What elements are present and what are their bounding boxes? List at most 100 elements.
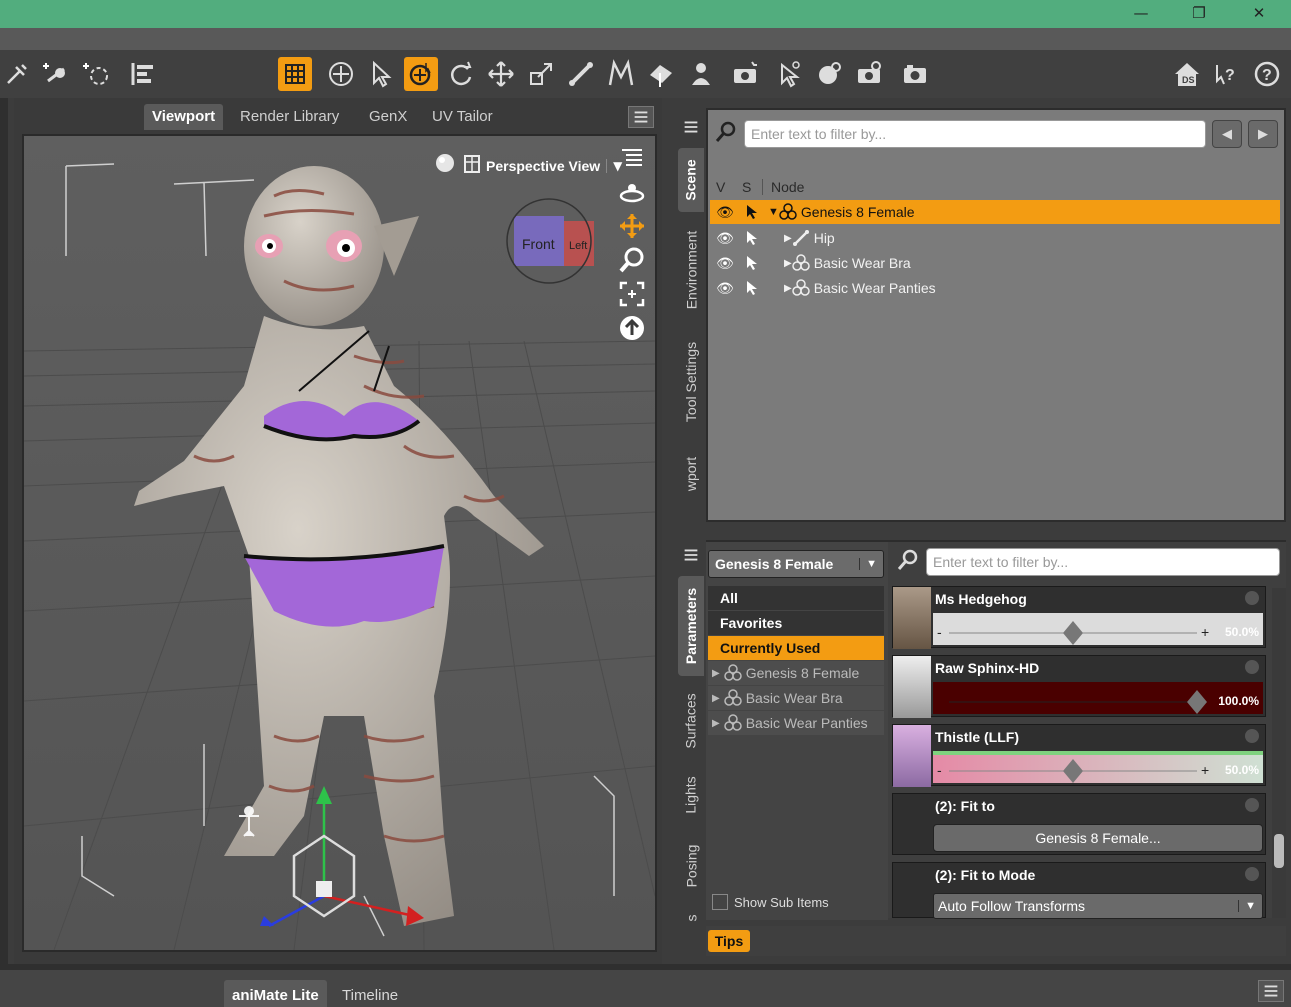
scale-icon[interactable] [524, 57, 558, 91]
universal-pin-icon[interactable] [0, 57, 34, 91]
tool-select-icon[interactable] [772, 57, 806, 91]
select-arrow-icon[interactable] [744, 229, 762, 247]
scene-node-row[interactable]: 👁 ▶ Hip [710, 226, 1280, 250]
expand-arrow-icon[interactable]: ▶ [712, 718, 720, 729]
orbit-icon[interactable] [618, 178, 646, 206]
expand-arrow-icon[interactable]: ▶ [712, 668, 720, 679]
value-slider[interactable] [933, 682, 1263, 714]
gear-icon[interactable] [1245, 798, 1259, 812]
restore-button[interactable]: ❐ [1176, 2, 1222, 24]
region-nav-icon[interactable] [278, 57, 312, 91]
draw-style-icon[interactable] [434, 152, 458, 180]
tab-surfaces[interactable]: Surfaces [678, 684, 704, 758]
close-button[interactable]: ✕ [1236, 2, 1282, 24]
tab-viewport-partial[interactable]: wport [678, 444, 704, 504]
gear-icon[interactable] [1245, 660, 1259, 674]
show-sub-items[interactable]: Show Sub Items [712, 894, 829, 910]
parameters-search-input[interactable]: Enter text to filter by... [926, 548, 1280, 576]
column-visible[interactable]: V [710, 179, 734, 195]
3d-viewport[interactable]: Front Left Perspective View ▼ [22, 134, 657, 952]
morph-tool-icon[interactable] [604, 57, 638, 91]
tab-timeline[interactable]: Timeline [334, 980, 406, 1007]
align-icon[interactable] [126, 57, 160, 91]
tab-uv-tailor[interactable]: UV Tailor [424, 104, 501, 130]
select-arrow-icon[interactable] [744, 203, 762, 221]
slider-value[interactable]: 50.0% [1225, 625, 1259, 639]
figure-selector[interactable]: Genesis 8 Female ▼ [708, 550, 884, 578]
select-arrow-icon[interactable] [744, 254, 762, 272]
scene-search-input[interactable]: Enter text to filter by... [744, 120, 1206, 148]
category-favorites[interactable]: Favorites [708, 611, 884, 635]
tab-tool-settings[interactable]: Tool Settings [678, 332, 704, 432]
fit-to-button[interactable]: Genesis 8 Female... [933, 824, 1263, 852]
spot-render-icon[interactable] [812, 57, 846, 91]
zoom-icon[interactable] [618, 246, 646, 274]
pane-menu-icon[interactable] [678, 540, 704, 570]
gear-icon[interactable] [1245, 729, 1259, 743]
tab-genx[interactable]: GenX [361, 104, 415, 130]
eye-icon[interactable]: 👁 [716, 279, 734, 297]
tab-partial[interactable]: s [678, 908, 704, 928]
viewport-menu-icon[interactable] [618, 144, 646, 172]
gear-icon[interactable] [1245, 867, 1259, 881]
universal-tool-icon[interactable] [404, 57, 438, 91]
pane-menu-icon[interactable] [678, 112, 704, 142]
expand-arrow-icon[interactable]: ▶ [784, 233, 792, 244]
expand-arrow-icon[interactable]: ▶ [784, 258, 792, 269]
node-selection-icon[interactable] [364, 57, 398, 91]
category-node[interactable]: ▶ Basic Wear Panties [708, 711, 884, 735]
tab-environment[interactable]: Environment [678, 218, 704, 322]
slider-value[interactable]: 100.0% [1218, 694, 1259, 708]
reset-view-icon[interactable] [618, 314, 646, 342]
show-sub-items-checkbox[interactable] [712, 894, 728, 910]
parameters-scrollbar[interactable] [1272, 588, 1286, 918]
tab-scene[interactable]: Scene [678, 148, 704, 212]
pan-icon[interactable] [618, 212, 646, 240]
node-weight-icon[interactable] [40, 57, 74, 91]
ds-home-icon[interactable]: DS [1170, 57, 1204, 91]
minimize-button[interactable]: — [1118, 2, 1164, 24]
slider-value[interactable]: 50.0% [1225, 763, 1259, 777]
category-node[interactable]: ▶ Basic Wear Bra [708, 686, 884, 710]
bone-tool-icon[interactable] [564, 57, 598, 91]
tips-button[interactable]: Tips [708, 930, 750, 952]
tab-animate-lite[interactable]: aniMate Lite [224, 980, 327, 1007]
previous-arrow-button[interactable]: ◀ [1212, 120, 1242, 148]
scene-node-row[interactable]: 👁 ▼ Genesis 8 Female [710, 200, 1280, 224]
column-node[interactable]: Node [762, 179, 804, 195]
category-currently-used[interactable]: Currently Used [708, 636, 884, 660]
joint-editor-icon[interactable] [80, 57, 114, 91]
rotate-icon[interactable] [444, 57, 478, 91]
expand-arrow-icon[interactable]: ▶ [784, 283, 792, 294]
expand-arrow-icon[interactable]: ▼ [768, 206, 779, 218]
render-settings-icon[interactable] [852, 57, 886, 91]
select-arrow-icon[interactable] [744, 279, 762, 297]
scrollbar-thumb[interactable] [1274, 834, 1284, 868]
value-slider[interactable]: - + [933, 613, 1263, 645]
tab-render-library[interactable]: Render Library [232, 104, 347, 130]
tab-lights[interactable]: Lights [678, 766, 704, 824]
pane-menu-icon[interactable] [1258, 980, 1284, 1002]
surface-selection-icon[interactable] [644, 57, 678, 91]
translate-icon[interactable] [484, 57, 518, 91]
value-slider[interactable]: - + [933, 751, 1263, 783]
frame-icon[interactable] [618, 280, 646, 308]
fit-mode-select[interactable]: Auto Follow Transforms ▼ [933, 893, 1263, 919]
help-icon[interactable]: ? [1250, 57, 1284, 91]
next-arrow-button[interactable]: ▶ [1248, 120, 1278, 148]
eye-icon[interactable]: 👁 [716, 254, 734, 272]
tab-parameters[interactable]: Parameters [678, 576, 704, 676]
category-node[interactable]: ▶ Genesis 8 Female [708, 661, 884, 685]
column-selectable[interactable]: S [734, 179, 762, 195]
active-pose-icon[interactable] [324, 57, 358, 91]
render-window-icon[interactable] [898, 57, 932, 91]
whats-this-icon[interactable]: ? [1210, 57, 1244, 91]
tab-viewport[interactable]: Viewport [144, 104, 224, 130]
scene-node-row[interactable]: 👁 ▶ Basic Wear Bra [710, 251, 1280, 275]
expand-arrow-icon[interactable]: ▶ [712, 693, 720, 704]
category-all[interactable]: All [708, 586, 884, 610]
scene-node-row[interactable]: 👁 ▶ Basic Wear Panties [710, 276, 1280, 300]
camera-selector-label[interactable]: Perspective View [486, 158, 600, 174]
figure-setup-icon[interactable] [684, 57, 718, 91]
gear-icon[interactable] [1245, 591, 1259, 605]
